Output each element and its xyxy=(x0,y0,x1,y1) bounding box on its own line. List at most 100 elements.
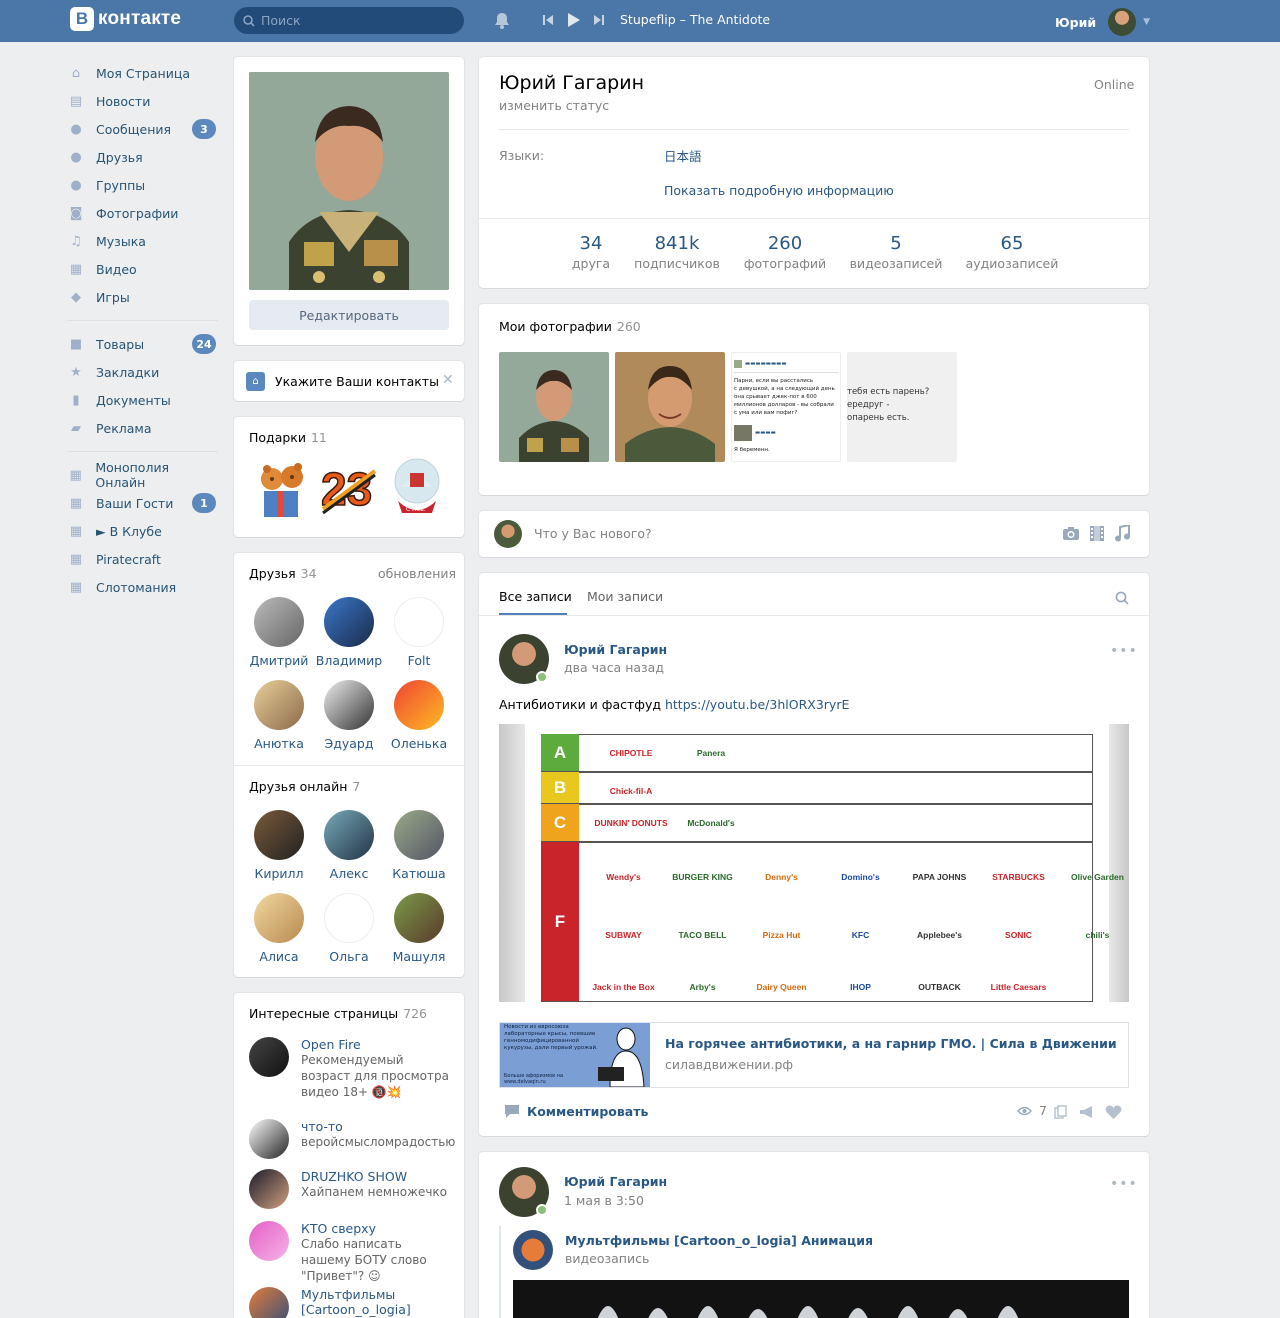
link-preview-title[interactable]: На горячее антибиотики, а на гарнир ГМО.… xyxy=(665,1036,1117,1051)
sidebar-item-items-7[interactable]: ▦ Видео xyxy=(68,255,218,283)
sidebar-item-items-5[interactable]: ◙ Фотографии xyxy=(68,199,218,227)
profile-counter[interactable]: 65 аудиозаписей xyxy=(962,233,1062,271)
sidebar-item-items2-0[interactable]: ■ Товары 24 xyxy=(68,330,218,358)
sidebar-item-items3-1[interactable]: ▦ Ваши Гости 1 xyxy=(68,489,218,517)
page-item[interactable]: Мультфильмы [Cartoon_o_logia] xyxy=(249,1287,449,1318)
page-item[interactable]: КТО сверху Слабо написать нашему БОТУ сло… xyxy=(249,1221,449,1284)
profile-counter[interactable]: 841k подписчиков xyxy=(627,233,727,271)
post-url[interactable]: https://youtu.be/3hlORX3ryrE xyxy=(665,697,849,712)
page-item[interactable]: DRUZHKO SHOW Хайпанем немножечко xyxy=(249,1169,449,1209)
repost-avatar[interactable] xyxy=(513,1230,553,1270)
status-link[interactable]: изменить статус xyxy=(499,98,609,113)
like-icon[interactable] xyxy=(1105,1105,1122,1119)
friend-item[interactable]: Катюша xyxy=(384,810,454,881)
photos-title[interactable]: Мои фотографии 260 xyxy=(499,319,641,334)
contacts-prompt[interactable]: ⌂ Укажите Ваши контакты ✕ xyxy=(234,361,464,401)
tab-my-posts[interactable]: Мои записи xyxy=(587,589,663,604)
edit-profile-button[interactable]: Редактировать xyxy=(249,300,449,330)
search-box[interactable] xyxy=(234,7,464,34)
post-image-tierlist[interactable]: A B C F CHIPOTLE Panera Chick-fil-A DUNKIN' DON… xyxy=(499,724,1129,1002)
search-icon[interactable] xyxy=(1115,591,1129,605)
page-name[interactable]: КТО сверху xyxy=(301,1221,449,1236)
gift-snowglobe-icon[interactable]: С Нов. xyxy=(392,457,442,519)
gift-23-icon[interactable]: 23 xyxy=(319,459,379,517)
post-author-name[interactable]: Юрий Гагарин xyxy=(564,642,667,657)
sidebar-item-items-4[interactable]: ● Группы xyxy=(68,171,218,199)
link-preview[interactable]: Новости из евросоюза лабораторные крысы, … xyxy=(499,1022,1129,1088)
more-info-link[interactable]: Показать подробную информацию xyxy=(664,183,894,198)
repost-source-name[interactable]: Мультфильмы [Cartoon_o_logia] Анимация xyxy=(565,1233,873,1248)
profile-photo[interactable] xyxy=(249,72,449,290)
photo-thumb-meme[interactable]: ▬▬▬▬▬▬▬▬ Парни, если вы расстались с деву… xyxy=(731,352,841,462)
friend-item[interactable]: Кирилл xyxy=(244,810,314,881)
friends-title[interactable]: Друзья 34 xyxy=(249,566,317,581)
friends-updates-link[interactable]: обновления xyxy=(378,566,456,581)
sidebar-item-items2-1[interactable]: ★ Закладки xyxy=(68,358,218,386)
music-icon[interactable] xyxy=(1115,525,1130,542)
friend-item[interactable]: Оленька xyxy=(384,680,454,751)
photo-thumb[interactable] xyxy=(615,352,725,462)
friend-item[interactable]: Анютка xyxy=(244,680,314,751)
page-name[interactable]: Мультфильмы [Cartoon_o_logia] xyxy=(301,1287,449,1317)
gift-bears-icon[interactable] xyxy=(254,457,310,519)
camera-icon[interactable] xyxy=(1062,526,1080,541)
prev-track-icon[interactable] xyxy=(542,14,554,26)
friend-item[interactable]: Машуля xyxy=(384,893,454,964)
comment-icon[interactable] xyxy=(505,1105,519,1118)
next-track-icon[interactable] xyxy=(593,14,605,26)
comment-button[interactable]: Комментировать xyxy=(527,1104,648,1119)
page-name[interactable]: DRUZHKO SHOW xyxy=(301,1169,447,1184)
sidebar-item-items2-2[interactable]: ▮ Документы xyxy=(68,386,218,414)
tab-all-posts[interactable]: Все записи xyxy=(499,589,572,604)
friend-item[interactable]: Алекс xyxy=(314,810,384,881)
bell-icon[interactable] xyxy=(494,12,510,29)
sidebar-item-items-3[interactable]: ● Друзья xyxy=(68,143,218,171)
friend-item[interactable]: Folt xyxy=(384,597,454,668)
photo-thumb-meme2[interactable]: тебя есть парень? ередруг - опарень есть. xyxy=(847,352,957,462)
more-icon[interactable]: ••• xyxy=(1110,1176,1138,1192)
sidebar-item-items3-4[interactable]: ▦ Слотомания xyxy=(68,573,218,601)
pages-title[interactable]: Интересные страницы 726 xyxy=(249,1006,427,1021)
sidebar-item-items3-2[interactable]: ▦ ► В Клубе xyxy=(68,517,218,545)
sidebar-item-items3-0[interactable]: ▦ Монополия Онлайн xyxy=(68,460,218,490)
post-time[interactable]: два часа назад xyxy=(564,660,664,675)
megaphone-icon[interactable] xyxy=(1079,1105,1095,1119)
play-icon[interactable] xyxy=(567,12,581,28)
sidebar-item-items-1[interactable]: ▤ Новости xyxy=(68,87,218,115)
sidebar-item-items-8[interactable]: ◆ Игры xyxy=(68,283,218,311)
vk-logo[interactable]: В контакте xyxy=(70,7,181,31)
search-input[interactable] xyxy=(261,13,451,28)
current-track[interactable]: Stupeflip – The Antidote xyxy=(620,12,770,27)
profile-counter[interactable]: 260 фотографий xyxy=(735,233,835,271)
friend-item[interactable]: Дмитрий xyxy=(244,597,314,668)
video-preview[interactable] xyxy=(513,1280,1129,1318)
post-author-name[interactable]: Юрий Гагарин xyxy=(564,1174,667,1189)
sidebar-item-items2-3[interactable]: ▰ Реклама xyxy=(68,414,218,442)
more-icon[interactable]: ••• xyxy=(1110,643,1138,659)
page-item[interactable]: что-то веройсмысломрадостью xyxy=(249,1119,455,1159)
page-item[interactable]: Open Fire Рекомендуемый возраст для просм… xyxy=(249,1037,449,1100)
user-menu[interactable]: Юрий ▼ xyxy=(1055,8,1150,36)
share-icon[interactable] xyxy=(1054,1105,1068,1119)
friend-item[interactable]: Эдуард xyxy=(314,680,384,751)
composer-placeholder[interactable]: Что у Вас нового? xyxy=(534,526,652,541)
page-name[interactable]: что-то xyxy=(301,1119,455,1134)
photo-thumb[interactable] xyxy=(499,352,609,462)
profile-counter[interactable]: 5 видеозаписей xyxy=(846,233,946,271)
friends-online-title[interactable]: Друзья онлайн 7 xyxy=(249,779,360,794)
languages-value[interactable]: 日本語 xyxy=(664,146,702,165)
gifts-title[interactable]: Подарки 11 xyxy=(249,430,327,445)
sidebar-item-items-6[interactable]: ♫ Музыка xyxy=(68,227,218,255)
page-name[interactable]: Open Fire xyxy=(301,1037,449,1052)
sidebar-item-items-0[interactable]: ⌂ Моя Страница xyxy=(68,59,218,87)
friend-item[interactable]: Ольга xyxy=(314,893,384,964)
close-icon[interactable]: ✕ xyxy=(442,372,454,388)
profile-counter[interactable]: 34 друга xyxy=(541,233,641,271)
video-icon[interactable] xyxy=(1090,526,1104,541)
post-time[interactable]: 1 мая в 3:50 xyxy=(564,1193,644,1208)
friend-item[interactable]: Владимир xyxy=(314,597,384,668)
sidebar-item-items3-3[interactable]: ▦ Piratecraft xyxy=(68,545,218,573)
friend-item[interactable]: Алиса xyxy=(244,893,314,964)
post-composer[interactable]: Что у Вас нового? xyxy=(479,511,1149,557)
sidebar-item-items-2[interactable]: ● Сообщения 3 xyxy=(68,115,218,143)
